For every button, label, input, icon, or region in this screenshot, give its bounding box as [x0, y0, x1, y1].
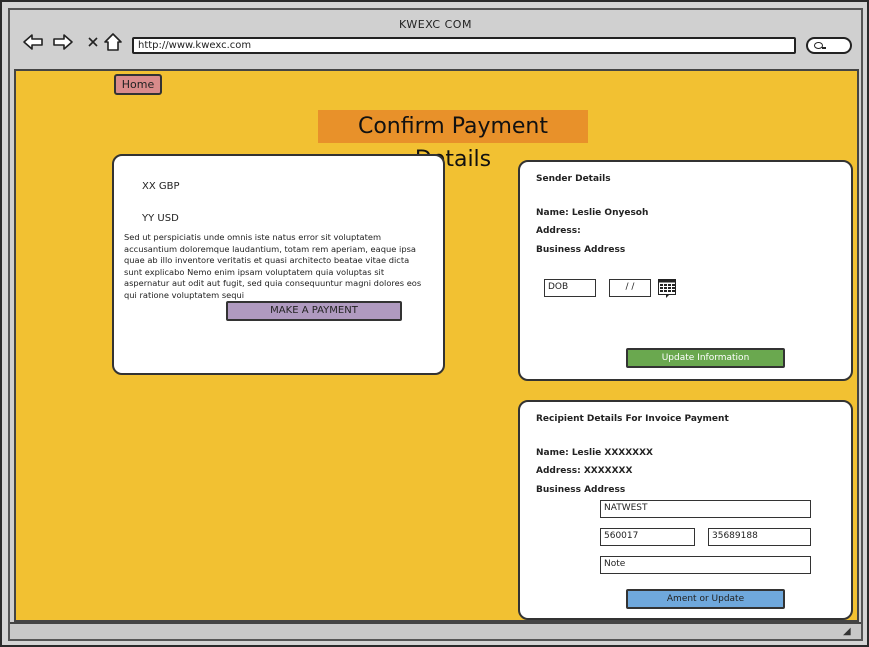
- resize-grip-icon[interactable]: ◢: [843, 626, 857, 637]
- window-title: KWEXC COM: [399, 18, 472, 31]
- page-title: Confirm Payment Details: [318, 110, 588, 172]
- amount-usd: YY USD: [142, 213, 179, 224]
- home-icon[interactable]: [102, 32, 124, 52]
- screen-frame: KWEXC COM http://www.kwexc.com Home Conf…: [0, 0, 869, 647]
- sender-address-label: Address:: [536, 226, 581, 236]
- search-icon: [814, 42, 826, 49]
- address-bar[interactable]: http://www.kwexc.com: [132, 37, 796, 54]
- recipient-name: Name: Leslie XXXXXXX: [536, 448, 653, 458]
- sort-code-field[interactable]: 560017: [600, 528, 695, 546]
- search-button[interactable]: [806, 37, 852, 54]
- recipient-details-card: Recipient Details For Invoice Payment Na…: [518, 400, 853, 620]
- recipient-address: Address: XXXXXXX: [536, 466, 633, 476]
- browser-toolbar: KWEXC COM http://www.kwexc.com: [10, 10, 861, 70]
- sender-details-card: Sender Details Name: Leslie Onyesoh Addr…: [518, 160, 853, 381]
- close-icon[interactable]: [82, 32, 104, 52]
- dob-field[interactable]: DOB: [544, 279, 596, 297]
- ament-update-button[interactable]: Ament or Update: [626, 589, 785, 609]
- make-payment-button[interactable]: MAKE A PAYMENT: [226, 301, 402, 321]
- account-number-field[interactable]: 35689188: [708, 528, 811, 546]
- sender-name: Name: Leslie Onyesoh: [536, 208, 649, 218]
- payment-summary-card: XX GBP YY USD Sed ut perspiciatis unde o…: [112, 154, 445, 375]
- amount-gbp: XX GBP: [142, 181, 180, 192]
- update-information-button[interactable]: Update Information: [626, 348, 785, 368]
- browser-window: KWEXC COM http://www.kwexc.com Home Conf…: [8, 8, 863, 641]
- sender-section-title: Sender Details: [536, 174, 611, 184]
- note-field[interactable]: Note: [600, 556, 811, 574]
- back-arrow-icon[interactable]: [22, 32, 44, 52]
- payment-description: Sed ut perspiciatis unde omnis iste natu…: [124, 232, 422, 300]
- sender-business-address-label: Business Address: [536, 245, 626, 255]
- home-button[interactable]: Home: [114, 74, 162, 95]
- forward-arrow-icon[interactable]: [52, 32, 74, 52]
- recipient-business-address-label: Business Address: [536, 485, 626, 495]
- recipient-section-title: Recipient Details For Invoice Payment: [536, 414, 729, 424]
- page-content: Home Confirm Payment Details XX GBP YY U…: [14, 69, 859, 622]
- calendar-icon[interactable]: [658, 279, 678, 298]
- bank-name-field[interactable]: NATWEST: [600, 500, 811, 518]
- status-bar: ◢: [10, 622, 861, 639]
- date-field[interactable]: / /: [609, 279, 651, 297]
